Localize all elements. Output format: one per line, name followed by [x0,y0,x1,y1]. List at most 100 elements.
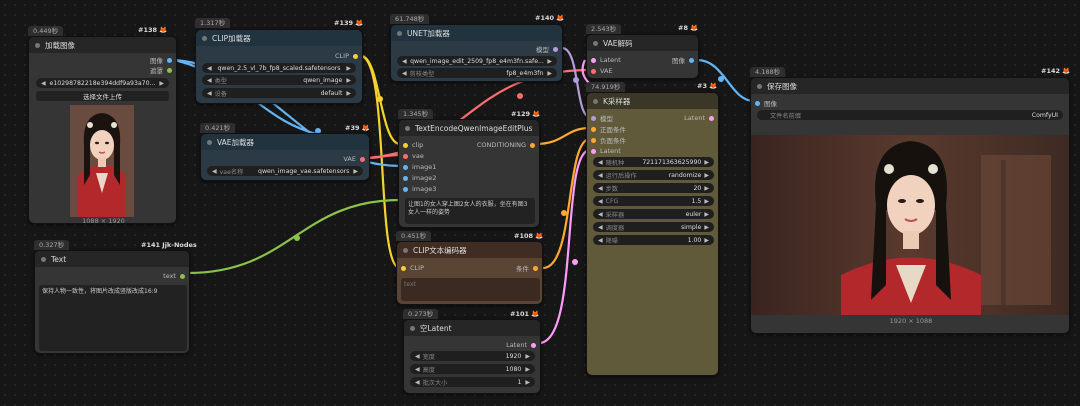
input-port-image2[interactable] [403,175,408,181]
arrow-right-icon[interactable]: ▶ [547,58,552,65]
arrow-left-icon[interactable]: ◀ [207,65,212,72]
input-port-clip[interactable] [401,265,406,271]
arrow-left-icon[interactable]: ◀ [415,353,420,360]
node-text[interactable]: Text text 保持人物一致性，将图片改成竖版改成16:9 [34,250,190,354]
clip-type-select[interactable]: ◀ 类型 qwen_image ▶ [202,75,356,85]
arrow-right-icon[interactable]: ▶ [353,168,358,175]
node-header[interactable]: Text [35,251,189,267]
clip-device-select[interactable]: ◀ 设备 default ▶ [202,88,356,98]
arrow-left-icon[interactable]: ◀ [598,224,603,231]
node-header[interactable]: 空Latent [404,320,540,336]
upload-button[interactable]: 选择文件上传 [36,91,169,101]
input-port-latent[interactable] [591,148,596,154]
node-header[interactable]: CLIP文本编码器 [397,242,542,258]
node-save-image[interactable]: 保存图像 图像 文件名前缀 ComfyUI 1920 × 1088 [750,77,1070,334]
arrow-left-icon[interactable]: ◀ [402,58,407,65]
arrow-left-icon[interactable]: ◀ [598,185,603,192]
cfg-widget[interactable]: ◀ CFG 1.5 ▶ [593,196,714,206]
output-port-clip[interactable] [353,53,358,59]
node-header[interactable]: UNET加载器 [391,25,562,41]
collapse-dot-icon[interactable] [35,42,40,48]
input-port-image3[interactable] [403,186,408,192]
node-header[interactable]: K采样器 [587,93,718,109]
input-port-vae[interactable] [403,153,408,159]
arrow-right-icon[interactable]: ▶ [159,80,164,87]
arrow-right-icon[interactable]: ▶ [704,172,709,179]
output-port-latent[interactable] [709,115,714,121]
node-header[interactable]: 保存图像 [751,78,1069,94]
arrow-left-icon[interactable]: ◀ [207,90,212,97]
batch-size-widget[interactable]: ◀ 批次大小 1 ▶ [410,377,535,387]
collapse-dot-icon[interactable] [593,98,598,104]
arrow-left-icon[interactable]: ◀ [402,70,407,77]
node-unet-loader[interactable]: UNET加载器 模型 ◀ qwen_image_edit_2509_fp8_e4m… [390,24,563,82]
collapse-dot-icon[interactable] [410,325,415,331]
clip-name-select[interactable]: ◀ qwen_2.5_vl_7b_fp8_scaled.safetensors ▶ [202,63,356,73]
collapse-dot-icon[interactable] [757,83,762,89]
arrow-right-icon[interactable]: ▶ [346,90,351,97]
arrow-right-icon[interactable]: ▶ [704,237,709,244]
image-file-select[interactable]: ◀ e10298782218e394ddf9a93a70... ▶ [36,78,169,88]
output-port-conditioning[interactable] [530,142,535,148]
arrow-left-icon[interactable]: ◀ [207,77,212,84]
node-ksampler[interactable]: K采样器 模型 正面条件 负面条件 Latent Latent ◀ 随机种 7211… [586,92,719,376]
output-port-vae[interactable] [360,156,365,162]
collapse-dot-icon[interactable] [405,125,410,131]
collapse-dot-icon[interactable] [207,139,212,145]
arrow-right-icon[interactable]: ▶ [704,211,709,218]
arrow-right-icon[interactable]: ▶ [525,379,530,386]
arrow-right-icon[interactable]: ▶ [525,353,530,360]
node-text-encode-qwen[interactable]: TextEncodeQwenImageEditPlus clip vae ima… [398,119,540,228]
height-widget[interactable]: ◀ 高度 1080 ▶ [410,364,535,374]
text-content-area[interactable]: 保持人物一致性，将图片改成竖版改成16:9 [39,285,187,351]
node-header[interactable]: VAE加载器 [201,134,369,150]
input-port-image[interactable] [755,100,760,106]
output-port-image[interactable] [167,57,172,63]
arrow-right-icon[interactable]: ▶ [346,77,351,84]
seed-widget[interactable]: ◀ 随机种 721171363625990 ▶ [593,157,714,167]
collapse-dot-icon[interactable] [202,35,207,41]
input-port-image1[interactable] [403,164,408,170]
input-port-model[interactable] [591,115,596,121]
node-clip-text-encode[interactable]: CLIP文本编码器 CLIP 条件 text [396,241,543,305]
arrow-right-icon[interactable]: ▶ [547,70,552,77]
collapse-dot-icon[interactable] [403,247,408,253]
node-header[interactable]: VAE解码 [587,35,698,51]
arrow-right-icon[interactable]: ▶ [704,198,709,205]
output-port-image[interactable] [689,57,694,63]
arrow-left-icon[interactable]: ◀ [415,366,420,373]
filename-prefix-input[interactable]: 文件名前缀 ComfyUI [757,110,1063,120]
node-vae-loader[interactable]: VAE加载器 VAE ◀ vae名称 qwen_image_vae.safetens… [200,133,370,181]
arrow-left-icon[interactable]: ◀ [415,379,420,386]
input-port-negative[interactable] [591,137,596,143]
node-header[interactable]: CLIP加载器 [196,30,362,46]
arrow-left-icon[interactable]: ◀ [598,237,603,244]
input-port-latent[interactable] [591,57,596,63]
weight-dtype-select[interactable]: ◀ 剪枝类型 fp8_e4m3fn ▶ [397,68,557,78]
output-port-mask[interactable] [167,67,172,73]
input-port-positive[interactable] [591,126,596,132]
denoise-widget[interactable]: ◀ 降噪 1.00 ▶ [593,235,714,245]
arrow-left-icon[interactable]: ◀ [598,172,603,179]
collapse-dot-icon[interactable] [593,40,598,46]
arrow-left-icon[interactable]: ◀ [598,211,603,218]
input-port-clip[interactable] [403,142,408,148]
arrow-left-icon[interactable]: ◀ [212,168,217,175]
arrow-left-icon[interactable]: ◀ [598,198,603,205]
prompt-textarea[interactable]: 让图1的女人穿上图2女人的衣服，坐在有图3女人一样的姿势 [405,198,535,224]
collapse-dot-icon[interactable] [397,30,402,36]
unet-name-select[interactable]: ◀ qwen_image_edit_2509_fp8_e4m3fn.safe...… [397,56,557,66]
collapse-dot-icon[interactable] [41,256,46,262]
output-port-model[interactable] [553,46,558,52]
node-vae-decode[interactable]: VAE解码 Latent VAE 图像 [586,34,699,79]
node-clip-loader[interactable]: CLIP加载器 CLIP ◀ qwen_2.5_vl_7b_fp8_scaled.… [195,29,363,104]
sampler-widget[interactable]: ◀ 采样器 euler ▶ [593,209,714,219]
arrow-right-icon[interactable]: ▶ [704,224,709,231]
arrow-right-icon[interactable]: ▶ [704,185,709,192]
scheduler-widget[interactable]: ◀ 调度器 simple ▶ [593,222,714,232]
output-port-latent[interactable] [531,342,536,348]
steps-widget[interactable]: ◀ 步数 20 ▶ [593,183,714,193]
arrow-right-icon[interactable]: ▶ [346,65,351,72]
control-after-generate-widget[interactable]: ◀ 运行后操作 randomize ▶ [593,170,714,180]
arrow-left-icon[interactable]: ◀ [598,159,603,166]
